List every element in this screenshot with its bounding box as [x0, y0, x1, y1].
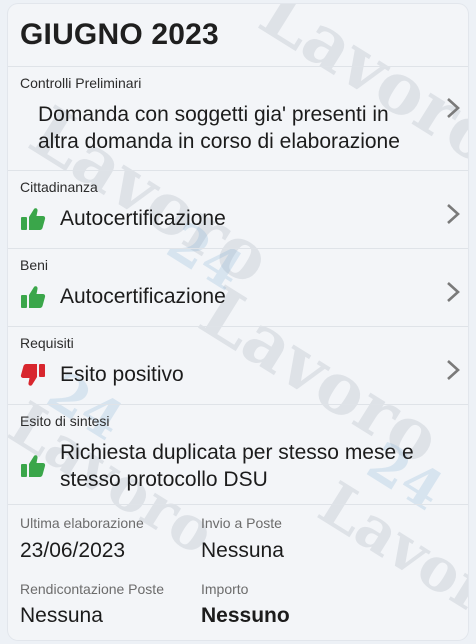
section-label: Controlli Preliminari: [20, 75, 142, 91]
rendicontazione-poste-value: Nessuna: [20, 604, 103, 627]
chevron-right-icon[interactable]: [446, 359, 460, 381]
invio-a-poste-value: Nessuna: [201, 539, 284, 562]
page-title: GIUGNO 2023: [20, 18, 219, 51]
section-label: Requisiti: [20, 335, 74, 351]
section-esito-di-sintesi: Esito di sintesi Richiesta duplicata per…: [8, 404, 468, 505]
rendicontazione-poste-label: Rendicontazione Poste: [20, 581, 164, 597]
cittadinanza-value: Autocertificazione: [60, 207, 226, 230]
invio-a-poste-label: Invio a Poste: [201, 515, 282, 531]
section-label: Cittadinanza: [20, 179, 98, 195]
requisiti-value: Esito positivo: [60, 363, 184, 386]
ultima-elaborazione-label: Ultima elaborazione: [20, 515, 144, 531]
chevron-right-icon[interactable]: [446, 281, 460, 303]
esito-line-2: stesso protocollo DSU: [60, 468, 268, 491]
section-content: Domanda con soggetti gia' presenti in al…: [38, 101, 468, 155]
thumbs-up-icon: [21, 455, 46, 477]
controlli-line-2: altra domanda in corso di elaborazione: [38, 130, 400, 153]
section-cittadinanza[interactable]: Cittadinanza Autocertificazione: [8, 170, 468, 249]
section-label: Esito di sintesi: [20, 413, 110, 429]
section-label: Beni: [20, 257, 49, 273]
chevron-right-icon[interactable]: [446, 97, 460, 119]
section-content: Esito positivo: [20, 361, 468, 388]
importo-value: Nessuno: [201, 604, 290, 627]
section-beni[interactable]: Beni Autocertificazione: [8, 248, 468, 327]
status-card: Lavoro Lavoro Lavoro Lavoro Lavoro 24 24…: [8, 4, 468, 640]
section-controlli-preliminari[interactable]: Controlli Preliminari Domanda con sogget…: [8, 66, 468, 171]
section-content: Autocertificazione: [20, 283, 468, 310]
beni-value: Autocertificazione: [60, 285, 226, 308]
thumbs-up-icon: [21, 285, 46, 308]
section-content: Richiesta duplicata per stesso mese e st…: [20, 439, 468, 493]
esito-line-1: Richiesta duplicata per stesso mese e: [60, 441, 414, 464]
importo-label: Importo: [201, 581, 249, 597]
info-grid: Ultima elaborazione 23/06/2023 Invio a P…: [8, 504, 468, 640]
controlli-line-1: Domanda con soggetti gia' presenti in: [38, 103, 389, 126]
ultima-elaborazione-value: 23/06/2023: [20, 539, 126, 562]
section-content: Autocertificazione: [20, 205, 468, 232]
thumbs-up-icon: [21, 207, 46, 230]
section-requisiti[interactable]: Requisiti Esito positivo: [8, 326, 468, 405]
chevron-right-icon[interactable]: [446, 203, 460, 225]
thumbs-down-icon: [20, 363, 45, 386]
